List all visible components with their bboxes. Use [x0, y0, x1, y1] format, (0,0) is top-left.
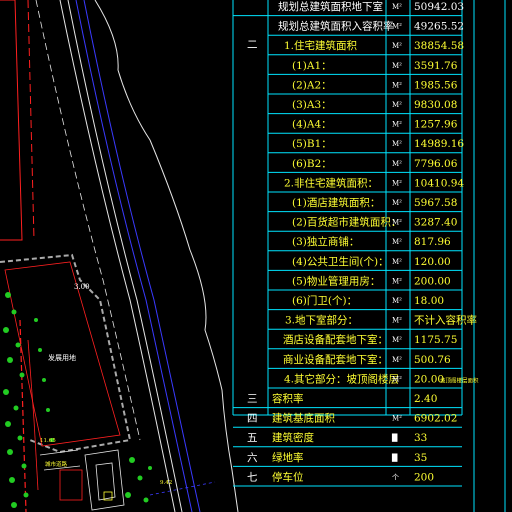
row-unit: M²	[392, 356, 402, 364]
row-value: 3287.40	[414, 217, 457, 229]
row-value: 500.76	[414, 354, 451, 366]
row-unit: M²	[392, 140, 402, 148]
row-value: 200	[414, 471, 434, 483]
cad-canvas: 发展用地 3.00 11.65 城市道路 9.42 规划总建筑面积地下室 M² 50…	[0, 0, 512, 512]
row-label: 2.非住宅建筑面积：	[284, 176, 378, 189]
row-unit: M²	[392, 160, 402, 168]
row-label: (1)酒店建筑面积：	[292, 196, 380, 209]
row-value: 3591.76	[414, 60, 458, 72]
row-value: 不计入容积率	[414, 314, 477, 327]
row-unit: M²	[392, 179, 402, 187]
row-label: (3)A3：	[292, 99, 332, 111]
row-label: (4)A4：	[292, 119, 332, 131]
row-value: 33	[414, 432, 427, 444]
dim-bottom: 9.42	[160, 480, 172, 486]
row-label: (2)A2：	[292, 79, 332, 91]
row-label: (3)独立商铺：	[292, 235, 359, 248]
row-index: 三	[247, 393, 258, 405]
row-value: 817.96	[414, 236, 451, 248]
row-index: 七	[247, 471, 258, 483]
row-unit: █	[391, 453, 398, 462]
row-value: 6902.02	[414, 413, 457, 425]
row-value: 200.00	[414, 275, 451, 287]
row-label: 规划总建筑面积地下室	[278, 0, 383, 13]
row-unit: M²	[392, 317, 402, 325]
row-unit: M²	[392, 277, 402, 285]
row-label: 规划总建筑面积入容积率	[278, 20, 394, 33]
row-value: 1985.56	[414, 79, 458, 91]
row-label: (1)A1：	[292, 60, 332, 72]
row-index: 六	[247, 452, 258, 464]
row-value: 1175.75	[414, 334, 457, 346]
row-unit: M²	[392, 258, 402, 266]
row-label: 3.地下室部分：	[285, 314, 358, 327]
row-unit: M²	[392, 121, 402, 129]
row-index: 四	[247, 413, 258, 425]
row-unit: M²	[392, 238, 402, 246]
row-label: 建筑密度	[272, 431, 314, 444]
row-value: 14989.16	[414, 138, 464, 150]
dim-3-00: 3.00	[74, 283, 90, 291]
row-unit: M²	[392, 23, 402, 31]
row-label: 酒店设备配套地下室：	[283, 333, 388, 346]
row-value: 38854.58	[414, 40, 464, 52]
road-label: 城市道路	[45, 460, 68, 468]
row-value: 35	[414, 452, 427, 464]
row-unit: M²	[392, 375, 402, 383]
row-unit: M²	[392, 81, 402, 89]
row-unit: M²	[392, 42, 402, 50]
row-unit: 个	[392, 473, 399, 481]
row-value: 5967.58	[414, 197, 457, 209]
row-value: 120.00	[414, 256, 451, 268]
row-value: 7796.06	[414, 158, 458, 170]
row-value: 50942.03	[414, 1, 464, 13]
row-unit: █	[391, 433, 398, 442]
row-value: 18.00	[414, 295, 444, 307]
row-value: 9830.08	[414, 99, 457, 111]
row-unit: M²	[392, 297, 402, 305]
row-unit: M²	[392, 199, 402, 207]
row-label: 商业设备配套地下室：	[283, 353, 388, 366]
row-label: (6)门卫(个)：	[292, 294, 357, 307]
section-index: 二	[247, 39, 258, 51]
row-unit: M²	[392, 3, 402, 11]
dim-11-65: 11.65	[40, 438, 56, 444]
row-label: 停车位	[272, 470, 304, 483]
row-index: 五	[247, 432, 258, 444]
row-label: (2)百货超市建筑面积：	[292, 216, 401, 229]
row-unit: M²	[392, 415, 402, 423]
row-label: (5)物业管理用房：	[292, 274, 380, 287]
row-label: (4)公共卫生间(个)：	[292, 255, 389, 268]
row-unit: M²	[392, 219, 402, 227]
cad-drawing: 发展用地 3.00 11.65 城市道路 9.42 规划总建筑面积地下室 M² 50…	[0, 0, 512, 512]
row-label: 建筑基底面积	[272, 412, 335, 425]
row-label: 4.其它部分：坡顶阁楼层	[284, 372, 399, 385]
row-label: 容积率	[272, 392, 304, 405]
row-unit: M²	[392, 336, 402, 344]
row-label: (5)B1：	[292, 138, 332, 150]
row-unit: M²	[392, 62, 402, 70]
row-value: 1257.96	[414, 119, 458, 131]
row-note: 坡顶阁楼层面积	[440, 376, 479, 384]
row-value: 2.40	[414, 393, 437, 405]
row-unit: M²	[392, 101, 402, 109]
row-value: 49265.52	[414, 21, 464, 33]
row-label: 绿地率	[272, 451, 304, 464]
reserved-land-label: 发展用地	[48, 353, 76, 362]
row-label: (6)B2：	[292, 158, 332, 170]
row-label: 1.住宅建筑面积	[284, 39, 358, 52]
row-value: 10410.94	[414, 177, 464, 189]
